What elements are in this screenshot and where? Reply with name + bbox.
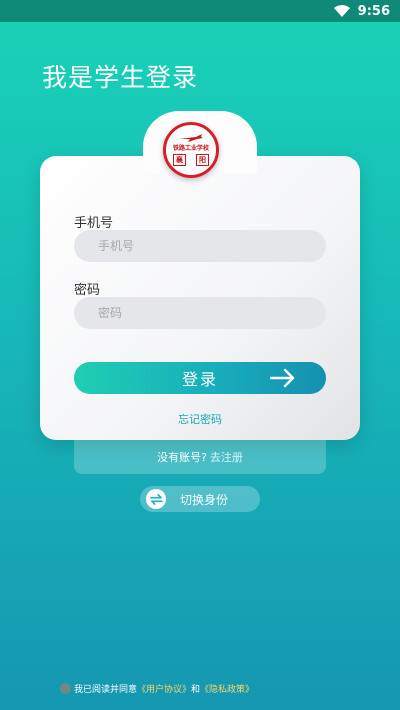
- arrow-right-icon: [270, 368, 295, 388]
- logo-left-char: 襄: [173, 154, 186, 166]
- status-bar: 9:56: [0, 0, 400, 22]
- swap-icon: [146, 489, 166, 509]
- phone-label: 手机号: [74, 216, 114, 231]
- register-link[interactable]: 去注册: [210, 449, 243, 465]
- switch-identity-label: 切换身份: [180, 492, 229, 507]
- radio-check-icon[interactable]: [60, 683, 71, 694]
- login-button-label: 登录: [181, 370, 218, 389]
- forgot-password-link[interactable]: 忘记密码: [0, 411, 400, 427]
- phone-input[interactable]: [74, 230, 326, 262]
- logo-right-char: 阳: [196, 154, 209, 166]
- agreement-and: 和: [191, 685, 201, 695]
- agreement-prefix: 我已阅读并同意: [74, 685, 138, 695]
- logo-school-name: 铁路工业学校: [172, 145, 209, 152]
- plane-icon: [179, 134, 203, 142]
- switch-identity-button[interactable]: 切换身份: [140, 486, 260, 512]
- status-time: 9:56: [357, 3, 390, 19]
- school-logo: 铁路工业学校 襄 阳: [163, 122, 219, 178]
- page-title: 我是学生登录: [42, 63, 199, 92]
- register-prompt: 没有账号?: [157, 451, 207, 464]
- privacy-policy-link[interactable]: 《隐私政策》: [200, 682, 254, 695]
- register-bar: 没有账号? 去注册: [74, 440, 326, 474]
- password-label: 密码: [74, 283, 101, 298]
- password-input[interactable]: [74, 297, 326, 329]
- user-agreement-link[interactable]: 《用户协议》: [137, 682, 191, 695]
- login-button[interactable]: 登录: [74, 362, 326, 394]
- wifi-icon: [333, 5, 350, 17]
- agreement-row: 我已阅读并同意 《用户协议》 和 《隐私政策》: [60, 682, 254, 695]
